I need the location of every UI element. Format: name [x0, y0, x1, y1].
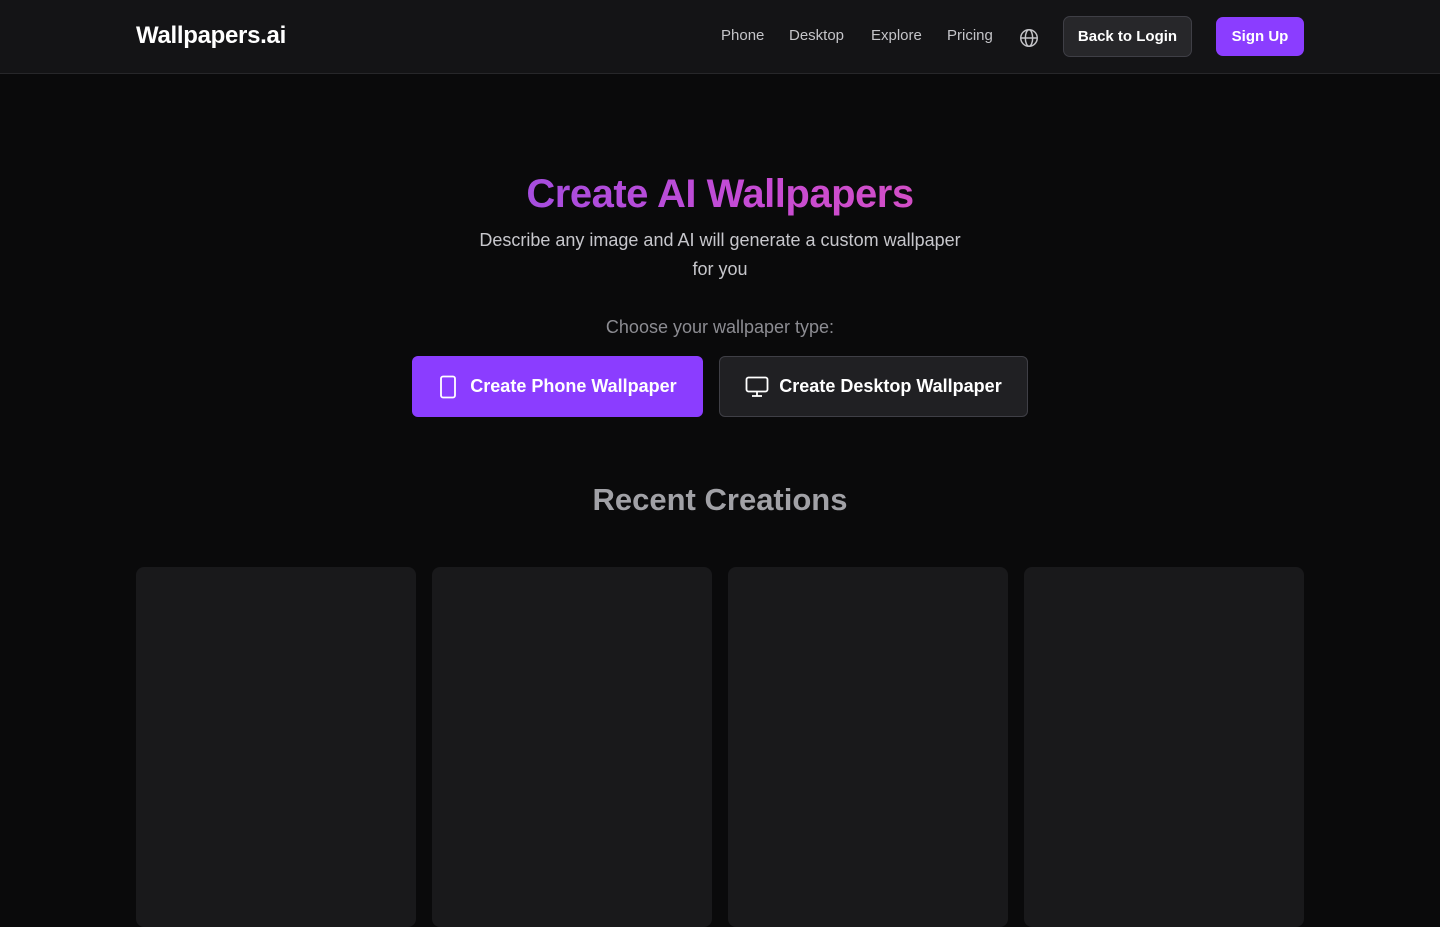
hero-title-text: Create AI Wallpapers — [526, 172, 914, 216]
creation-card-placeholder[interactable] — [432, 567, 712, 927]
recent-creations-title: Recent Creations — [592, 482, 848, 517]
create-desktop-wallpaper-label: Create Desktop Wallpaper — [779, 376, 1002, 396]
create-phone-wallpaper-label: Create Phone Wallpaper — [470, 376, 677, 396]
wallpaper-type-label: Choose your wallpaper type: — [605, 317, 835, 337]
monitor-icon — [745, 376, 769, 398]
nav-link-explore[interactable]: Explore — [871, 27, 922, 47]
creation-card-placeholder[interactable] — [136, 567, 416, 927]
logo[interactable]: Wallpapers.ai — [136, 22, 286, 50]
create-phone-wallpaper-button[interactable]: Create Phone Wallpaper — [412, 356, 703, 417]
sign-up-button[interactable]: Sign Up — [1216, 17, 1304, 56]
back-to-login-button[interactable]: Back to Login — [1063, 16, 1192, 57]
nav-link-phone[interactable]: Phone — [721, 27, 764, 47]
hero-subtitle: Describe any image and AI will generate … — [479, 230, 961, 279]
nav-link-pricing[interactable]: Pricing — [947, 27, 993, 47]
globe-icon[interactable] — [1018, 27, 1040, 49]
hero-title: Create AI Wallpapers — [0, 172, 1440, 217]
smartphone-icon — [438, 375, 458, 399]
nav-link-desktop[interactable]: Desktop — [789, 27, 844, 47]
create-desktop-wallpaper-button[interactable]: Create Desktop Wallpaper — [719, 356, 1028, 417]
creation-card-placeholder[interactable] — [728, 567, 1008, 927]
creation-card-placeholder[interactable] — [1024, 567, 1304, 927]
top-navbar: Wallpapers.ai Phone Desktop Explore Pric… — [0, 0, 1440, 74]
